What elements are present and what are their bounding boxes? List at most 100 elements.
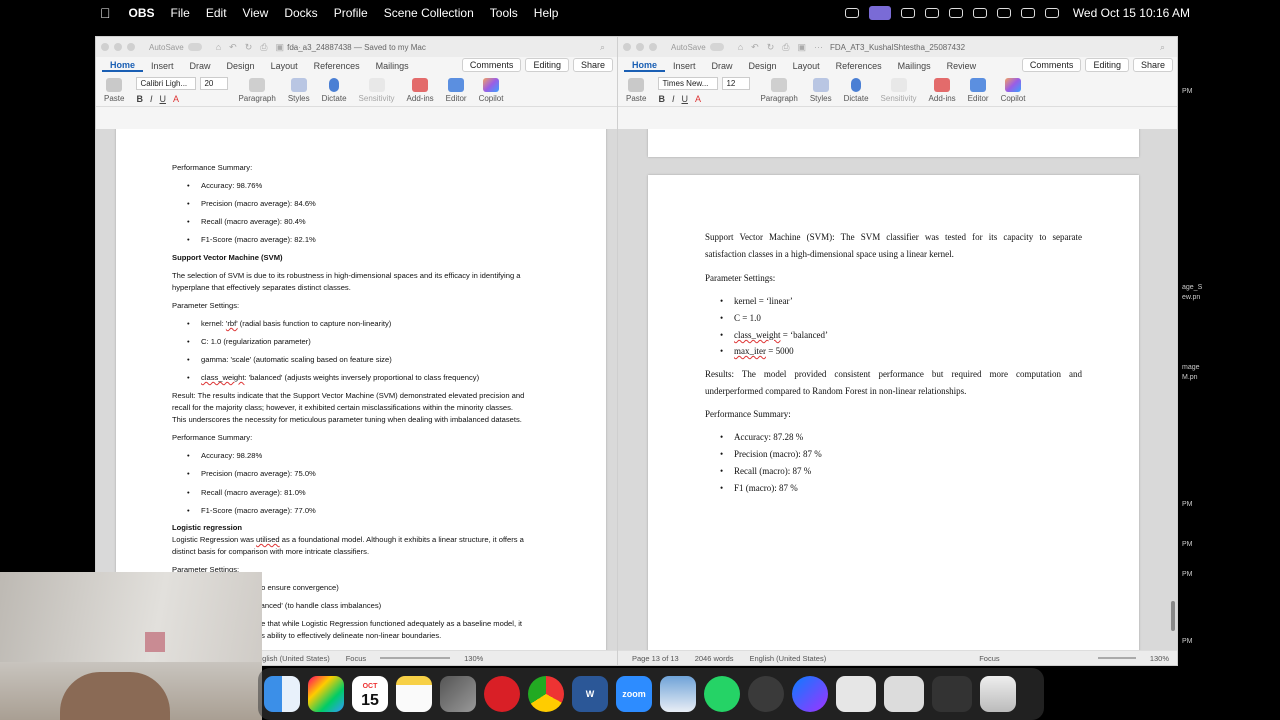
minimize-window-button[interactable] bbox=[636, 43, 644, 51]
search-icon[interactable]: ⌕ bbox=[1160, 42, 1165, 53]
language-status[interactable]: English (United States) bbox=[750, 654, 827, 663]
text-color-icon[interactable]: A bbox=[695, 94, 701, 104]
undo-icon[interactable]: ↶ bbox=[751, 42, 759, 53]
editor-group[interactable]: Editor bbox=[968, 78, 989, 103]
window-thumb-icon[interactable] bbox=[932, 676, 972, 712]
paragraph-group[interactable]: Paragraph bbox=[760, 78, 798, 103]
whatsapp-icon[interactable] bbox=[704, 676, 740, 712]
tab-draw[interactable]: Draw bbox=[704, 61, 741, 71]
more-icon[interactable]: ··· bbox=[814, 42, 823, 52]
minimize-window-button[interactable] bbox=[114, 43, 122, 51]
menu-help[interactable]: Help bbox=[526, 6, 567, 20]
obs-icon[interactable] bbox=[748, 676, 784, 712]
bold-icon[interactable]: B bbox=[658, 94, 665, 104]
launchpad-icon[interactable] bbox=[308, 676, 344, 712]
menu-clock[interactable]: Wed Oct 15 10:16 AM bbox=[1073, 6, 1190, 20]
word-icon[interactable]: W bbox=[572, 676, 608, 712]
tab-home[interactable]: Home bbox=[102, 60, 144, 72]
text-color-icon[interactable]: A bbox=[173, 94, 179, 104]
save-icon[interactable]: ▣ bbox=[797, 42, 806, 53]
comments-button[interactable]: Comments bbox=[1021, 58, 1082, 72]
wifi-icon[interactable] bbox=[996, 8, 1011, 18]
search-icon[interactable]: ⌕ bbox=[600, 42, 605, 53]
word-count[interactable]: 2046 words bbox=[695, 654, 734, 663]
copilot-group[interactable]: Copilot bbox=[479, 78, 503, 103]
zoom-level[interactable]: 130% bbox=[1150, 654, 1169, 663]
tab-layout[interactable]: Layout bbox=[785, 61, 828, 71]
menu-view[interactable]: View bbox=[235, 6, 277, 20]
opera-icon[interactable] bbox=[484, 676, 520, 712]
zoom-slider[interactable] bbox=[380, 657, 451, 659]
zoom-level[interactable]: 130% bbox=[464, 654, 483, 663]
tab-design[interactable]: Design bbox=[741, 61, 785, 71]
preview-icon[interactable] bbox=[660, 676, 696, 712]
addins-group[interactable]: Add-ins bbox=[929, 78, 956, 103]
search-icon[interactable] bbox=[1020, 8, 1035, 18]
finder-icon[interactable] bbox=[264, 676, 300, 712]
document-page[interactable]: Support Vector Machine (SVM): The SVM cl… bbox=[648, 175, 1139, 650]
tab-layout[interactable]: Layout bbox=[263, 61, 306, 71]
font-name-select[interactable]: Times New... bbox=[658, 77, 719, 90]
menu-scene-collection[interactable]: Scene Collection bbox=[376, 6, 482, 20]
zoom-status-icon[interactable] bbox=[900, 8, 915, 18]
menu-app-name[interactable]: OBS bbox=[121, 6, 163, 20]
save-icon[interactable]: ▣ bbox=[275, 42, 284, 53]
screen-mirror-icon[interactable] bbox=[440, 676, 476, 712]
comments-button[interactable]: Comments bbox=[461, 58, 522, 72]
tab-mailings[interactable]: Mailings bbox=[368, 61, 417, 71]
window-thumb-icon[interactable] bbox=[836, 676, 876, 712]
undo-icon[interactable]: ↶ bbox=[229, 42, 237, 53]
dictate-group[interactable]: Dictate bbox=[844, 78, 869, 103]
document-page-previous[interactable] bbox=[648, 129, 1139, 157]
vertical-scrollbar[interactable] bbox=[1171, 601, 1175, 631]
close-window-button[interactable] bbox=[101, 43, 109, 51]
styles-group[interactable]: Styles bbox=[288, 78, 310, 103]
print-icon[interactable]: ⎙ bbox=[782, 42, 789, 53]
autosave-toggle[interactable] bbox=[187, 43, 202, 51]
focus-button[interactable]: Focus bbox=[346, 654, 366, 663]
editor-group[interactable]: Editor bbox=[446, 78, 467, 103]
control-center-icon[interactable] bbox=[1044, 8, 1059, 18]
editing-button[interactable]: Editing bbox=[525, 58, 569, 72]
editing-button[interactable]: Editing bbox=[1085, 58, 1129, 72]
notes-icon[interactable] bbox=[396, 676, 432, 712]
font-name-select[interactable]: Calibri Ligh... bbox=[136, 77, 197, 90]
bluetooth-icon[interactable] bbox=[924, 8, 939, 18]
apple-menu-icon[interactable]:  bbox=[0, 5, 121, 21]
menu-docks[interactable]: Docks bbox=[276, 6, 325, 20]
sensitivity-group[interactable]: Sensitivity bbox=[359, 78, 395, 103]
share-button[interactable]: Share bbox=[1132, 58, 1173, 72]
zoom-window-button[interactable] bbox=[127, 43, 135, 51]
tab-design[interactable]: Design bbox=[219, 61, 263, 71]
print-icon[interactable]: ⎙ bbox=[260, 42, 267, 53]
menu-file[interactable]: File bbox=[163, 6, 198, 20]
language-status[interactable]: nglish (United States) bbox=[258, 654, 330, 663]
menu-tools[interactable]: Tools bbox=[482, 6, 526, 20]
underline-icon[interactable]: U bbox=[159, 94, 166, 104]
window-thumb-icon[interactable] bbox=[884, 676, 924, 712]
trash-icon[interactable] bbox=[980, 676, 1016, 712]
paste-group[interactable]: Paste bbox=[626, 78, 646, 103]
screen-record-icon[interactable] bbox=[868, 6, 891, 20]
more-icon[interactable]: ··· bbox=[292, 42, 301, 52]
italic-icon[interactable]: I bbox=[150, 94, 153, 104]
tab-draw[interactable]: Draw bbox=[182, 61, 219, 71]
addins-group[interactable]: Add-ins bbox=[407, 78, 434, 103]
font-size-select[interactable]: 20 bbox=[200, 77, 229, 90]
tab-home[interactable]: Home bbox=[624, 60, 666, 72]
zoom-slider[interactable] bbox=[1097, 657, 1136, 659]
menu-edit[interactable]: Edit bbox=[198, 6, 235, 20]
home-icon[interactable]: ⌂ bbox=[216, 42, 221, 52]
underline-icon[interactable]: U bbox=[681, 94, 688, 104]
zoom-window-button[interactable] bbox=[649, 43, 657, 51]
play-icon[interactable] bbox=[948, 8, 963, 18]
redo-icon[interactable]: ↻ bbox=[767, 42, 775, 53]
copilot-group[interactable]: Copilot bbox=[1001, 78, 1025, 103]
bold-icon[interactable]: B bbox=[136, 94, 143, 104]
font-size-select[interactable]: 12 bbox=[722, 77, 751, 90]
styles-group[interactable]: Styles bbox=[810, 78, 832, 103]
home-icon[interactable]: ⌂ bbox=[738, 42, 743, 52]
zoom-icon[interactable]: zoom bbox=[616, 676, 652, 712]
autosave-toggle[interactable] bbox=[709, 43, 724, 51]
share-button[interactable]: Share bbox=[572, 58, 613, 72]
